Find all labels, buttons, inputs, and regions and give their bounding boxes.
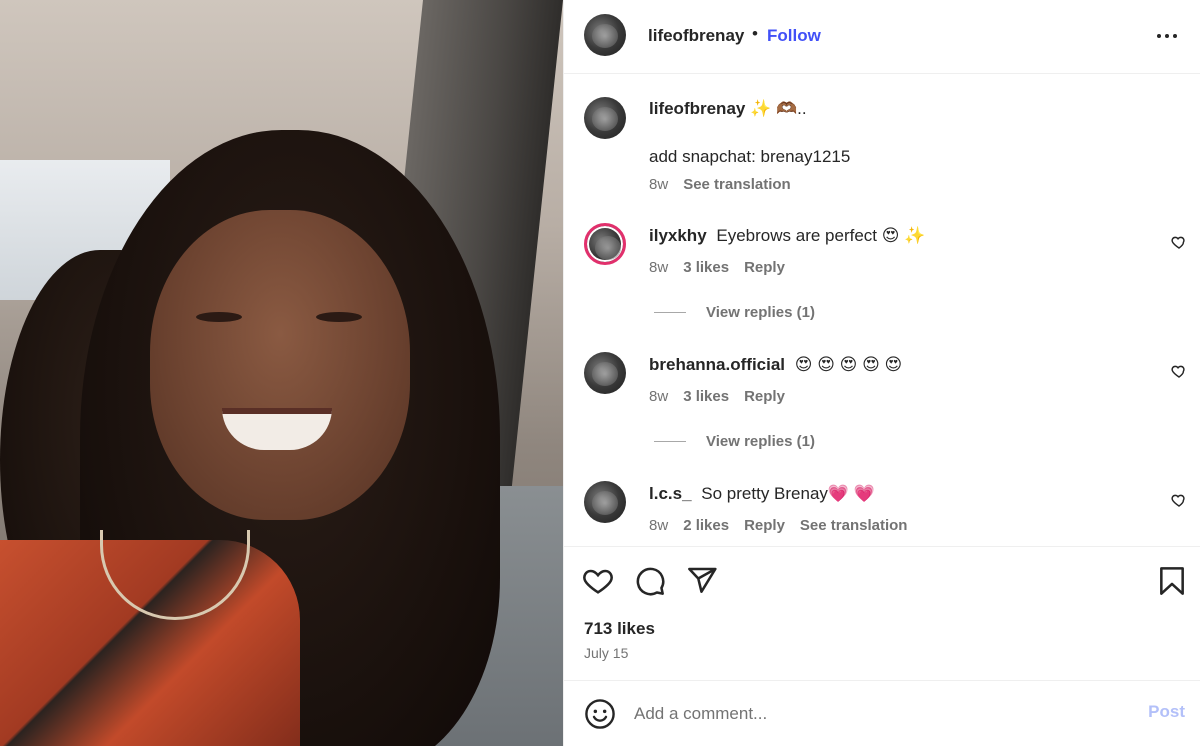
comment-input[interactable]	[634, 700, 1114, 728]
comment-likes[interactable]: 2 likes	[683, 517, 729, 534]
comments-list[interactable]: lifeofbrenay ✨ 🫶🏾.. add snapchat: brenay…	[564, 75, 1200, 545]
caption-username[interactable]: lifeofbrenay	[649, 99, 745, 118]
post-header: lifeofbrenay • Follow	[564, 0, 1200, 74]
comment-likes[interactable]: 3 likes	[683, 259, 729, 276]
comment-body: ilyxkhy Eyebrows are perfect 😍 ✨	[649, 226, 925, 246]
share-icon[interactable]	[686, 565, 718, 597]
caption-emoji: ✨ 🫶🏾..	[750, 99, 807, 118]
view-replies-button[interactable]: View replies (1)	[654, 304, 815, 321]
bookmark-icon[interactable]	[1156, 565, 1188, 597]
comment-username[interactable]: ilyxkhy	[649, 226, 707, 245]
reply-button[interactable]: Reply	[744, 259, 785, 276]
view-replies-label[interactable]: View replies (1)	[706, 304, 815, 321]
like-comment-icon[interactable]	[1171, 492, 1187, 508]
replies-rule	[654, 312, 686, 313]
separator-dot: •	[752, 24, 758, 43]
comment-avatar[interactable]	[584, 352, 626, 394]
see-translation-link[interactable]: See translation	[800, 517, 908, 534]
comment-age: 8w	[649, 259, 669, 276]
likes-count[interactable]: 713 likes	[584, 619, 655, 639]
more-horizontal-icon[interactable]	[1157, 26, 1181, 46]
caption-header: lifeofbrenay ✨ 🫶🏾..	[649, 99, 807, 119]
post-side-panel: lifeofbrenay • Follow lifeofbrenay ✨ 🫶🏾.…	[563, 0, 1200, 746]
comment-body: brehanna.official 😍 😍 😍 😍 😍	[649, 355, 902, 375]
caption-age: 8w	[649, 176, 669, 193]
heart-icon[interactable]	[582, 565, 614, 597]
eye-right	[316, 312, 362, 322]
comment-avatar[interactable]	[584, 481, 626, 523]
like-comment-icon[interactable]	[1171, 234, 1187, 250]
comment-text: 😍 😍 😍 😍 😍	[794, 355, 903, 374]
face	[150, 210, 410, 520]
comment-meta: 8w 3 likes Reply	[649, 388, 785, 405]
comment-meta: 8w 2 likes Reply See translation	[649, 517, 907, 534]
comment-username[interactable]: brehanna.official	[649, 355, 785, 374]
comment-avatar[interactable]	[584, 223, 626, 265]
view-replies-label[interactable]: View replies (1)	[706, 433, 815, 450]
comment-body: l.c.s_ So pretty Brenay💗 💗	[649, 484, 875, 504]
comment-item: brehanna.official 😍 😍 😍 😍 😍 8w 3 likes R…	[564, 352, 1200, 472]
comment-likes[interactable]: 3 likes	[683, 388, 729, 405]
comment-age: 8w	[649, 388, 669, 405]
emoji-icon[interactable]	[584, 698, 616, 730]
eye-left	[196, 312, 242, 322]
post-button[interactable]: Post	[1148, 702, 1185, 722]
comment-username[interactable]: l.c.s_	[649, 484, 692, 503]
author-username[interactable]: lifeofbrenay	[648, 26, 744, 46]
caption-text: add snapchat: brenay1215	[649, 147, 851, 166]
comment-item: l.c.s_ So pretty Brenay💗 💗 8w 2 likes Re…	[564, 481, 1200, 545]
comment-text: Eyebrows are perfect 😍 ✨	[716, 226, 926, 245]
comment-composer: Post	[564, 682, 1200, 746]
comment-icon[interactable]	[634, 565, 666, 597]
comment-text: So pretty Brenay💗 💗	[701, 484, 875, 503]
see-translation-link[interactable]: See translation	[683, 176, 791, 193]
replies-rule	[654, 441, 686, 442]
caption-avatar[interactable]	[584, 97, 626, 139]
comment-age: 8w	[649, 517, 669, 534]
comment-item: ilyxkhy Eyebrows are perfect 😍 ✨ 8w 3 li…	[564, 223, 1200, 343]
view-replies-button[interactable]: View replies (1)	[654, 433, 815, 450]
reply-button[interactable]: Reply	[744, 517, 785, 534]
author-avatar[interactable]	[584, 14, 626, 56]
caption-meta: 8w See translation	[649, 176, 791, 193]
like-comment-icon[interactable]	[1171, 363, 1187, 379]
post-date: July 15	[584, 645, 629, 661]
comment-meta: 8w 3 likes Reply	[649, 259, 785, 276]
follow-button[interactable]: Follow	[767, 26, 821, 46]
post-photo[interactable]	[0, 0, 563, 746]
post-actions: 713 likes July 15	[564, 546, 1200, 681]
reply-button[interactable]: Reply	[744, 388, 785, 405]
